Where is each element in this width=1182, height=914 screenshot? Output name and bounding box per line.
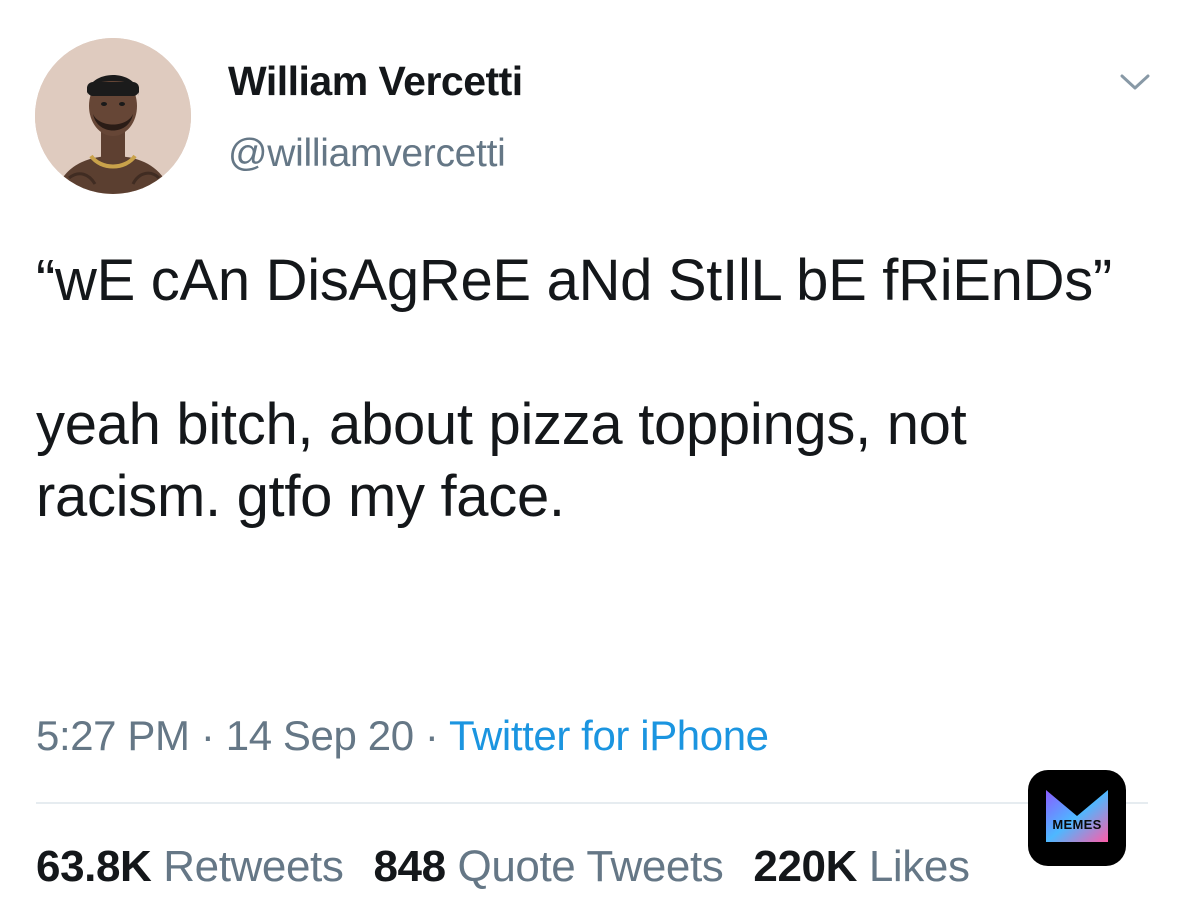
memes-logo-icon [1046,790,1108,842]
previous-tweet-fragment [120,0,360,6]
meta-separator: · [413,712,450,759]
tweet-date[interactable]: 14 Sep 20 [226,712,414,759]
tweet-stats: 63.8K Retweets 848 Quote Tweets 220K Likes [36,842,1000,892]
tweet-meta: 5:27 PM · 14 Sep 20 · Twitter for iPhone [36,712,769,760]
chevron-down-icon[interactable] [1118,70,1152,94]
avatar[interactable] [35,38,191,194]
likes-label: Likes [868,842,970,891]
display-name[interactable]: William Vercetti [228,58,523,105]
quote-tweets-stat[interactable]: 848 Quote Tweets [373,842,723,892]
quote-tweets-count: 848 [373,842,446,891]
tweet-text-quote: “wE cAn DisAgReE aNd StIlL bE fRiEnDs” [36,248,1112,313]
user-handle[interactable]: @williamvercetti [228,132,506,176]
memes-watermark-badge: MEMES [1028,770,1126,866]
tweet-source-link[interactable]: Twitter for iPhone [449,712,769,759]
retweets-count: 63.8K [36,842,152,891]
retweets-stat[interactable]: 63.8K Retweets [36,842,344,892]
retweets-label: Retweets [163,842,344,891]
tweet-text: “wE cAn DisAgReE aNd StIlL bE fRiEnDs” y… [36,245,1146,533]
likes-stat[interactable]: 220K Likes [753,842,970,892]
avatar-image [35,38,191,194]
meta-separator: · [189,712,226,759]
memes-watermark-text: MEMES [1052,817,1102,832]
quote-tweets-label: Quote Tweets [457,842,724,891]
likes-count: 220K [753,842,857,891]
tweet-time[interactable]: 5:27 PM [36,712,190,759]
divider [36,802,1148,804]
tweet-text-reply: yeah bitch, about pizza toppings, not ra… [36,392,967,529]
